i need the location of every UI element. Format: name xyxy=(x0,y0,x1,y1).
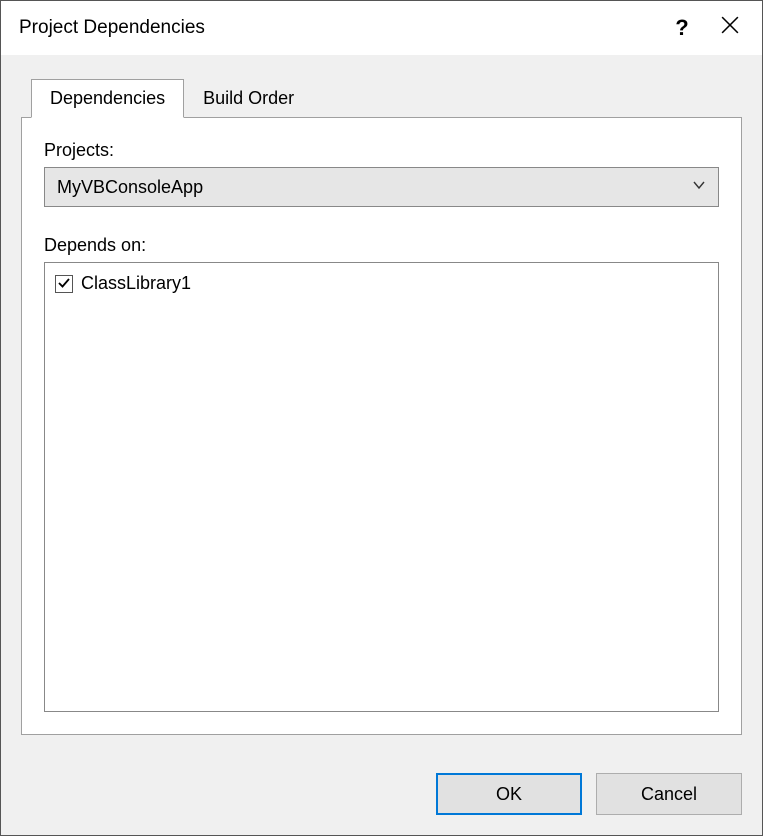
projects-combobox-value: MyVBConsoleApp xyxy=(57,177,203,198)
tab-label: Build Order xyxy=(203,88,294,108)
cancel-button[interactable]: Cancel xyxy=(596,773,742,815)
close-button[interactable] xyxy=(706,4,754,52)
button-label: Cancel xyxy=(641,784,697,805)
close-icon xyxy=(721,16,739,40)
projects-combobox[interactable]: MyVBConsoleApp xyxy=(44,167,719,207)
dialog-body: Dependencies Build Order Projects: MyVBC… xyxy=(1,55,762,755)
button-label: OK xyxy=(496,784,522,805)
tab-dependencies[interactable]: Dependencies xyxy=(31,79,184,118)
list-item[interactable]: ClassLibrary1 xyxy=(55,271,708,296)
tab-build-order[interactable]: Build Order xyxy=(184,79,313,117)
depends-on-listbox[interactable]: ClassLibrary1 xyxy=(44,262,719,712)
checkmark-icon xyxy=(58,273,70,294)
window-title: Project Dependencies xyxy=(19,17,658,39)
help-icon: ? xyxy=(675,15,688,41)
ok-button[interactable]: OK xyxy=(436,773,582,815)
help-button[interactable]: ? xyxy=(658,4,706,52)
list-item-label: ClassLibrary1 xyxy=(81,273,191,294)
depends-on-label: Depends on: xyxy=(44,235,719,256)
tab-label: Dependencies xyxy=(50,88,165,108)
tabstrip: Dependencies Build Order xyxy=(31,79,742,117)
project-dependencies-dialog: Project Dependencies ? Dependencies Buil… xyxy=(0,0,763,836)
checkbox[interactable] xyxy=(55,275,73,293)
dialog-footer: OK Cancel xyxy=(1,755,762,835)
projects-label: Projects: xyxy=(44,140,719,161)
tabpanel-dependencies: Projects: MyVBConsoleApp Depends on: Cla… xyxy=(21,117,742,735)
chevron-down-icon xyxy=(692,178,706,196)
titlebar: Project Dependencies ? xyxy=(1,1,762,55)
